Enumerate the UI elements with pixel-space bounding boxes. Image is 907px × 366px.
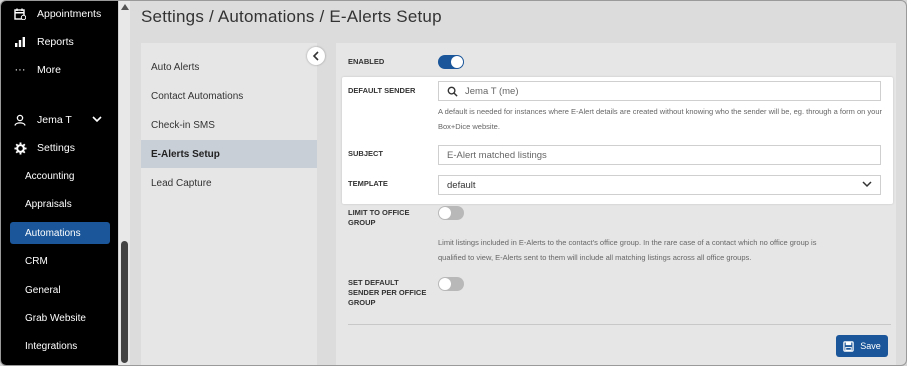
nav-item-label: Settings xyxy=(37,142,75,154)
bar-chart-icon xyxy=(13,35,27,49)
automations-submenu: Auto Alerts Contact Automations Check-in… xyxy=(141,43,317,365)
nav-item-reports[interactable]: Reports xyxy=(13,30,74,54)
nav-item-appointments[interactable]: Appointments xyxy=(13,2,101,26)
nav-scrollbar[interactable] xyxy=(118,1,130,365)
chevron-left-icon xyxy=(312,51,319,61)
save-icon xyxy=(843,340,854,352)
user-icon xyxy=(13,113,27,127)
nav-item-label: Reports xyxy=(37,36,74,48)
scroll-thumb[interactable] xyxy=(121,241,128,363)
nav-sub-automations[interactable]: Automations xyxy=(25,222,81,244)
nav-sub-crm[interactable]: CRM xyxy=(25,250,48,272)
nav-sub-integrations[interactable]: Integrations xyxy=(25,335,77,357)
label-line: LIMIT TO OFFICE xyxy=(348,208,410,217)
label-line: GROUP xyxy=(348,218,376,227)
nav-item-more[interactable]: ··· More xyxy=(13,58,61,82)
enabled-label: ENABLED xyxy=(348,57,385,66)
nav-sub-general[interactable]: General xyxy=(25,279,61,301)
template-label: TEMPLATE xyxy=(348,179,388,188)
save-label: Save xyxy=(860,341,881,351)
submenu-check-in-sms[interactable]: Check-in SMS xyxy=(141,111,317,139)
help-line: Limit listings included in E-Alerts to t… xyxy=(438,238,817,247)
nav-item-settings[interactable]: Settings xyxy=(13,136,75,160)
collapse-submenu-button[interactable] xyxy=(307,47,325,65)
template-value: default xyxy=(447,179,476,191)
app-window: Appointments Reports ··· More Jema T Set… xyxy=(0,0,907,366)
main-nav: Appointments Reports ··· More Jema T Set… xyxy=(1,1,118,365)
nav-item-label: Appointments xyxy=(37,8,102,20)
sender-per-office-group-toggle[interactable] xyxy=(438,277,464,291)
gear-icon xyxy=(13,141,27,155)
subject-input[interactable]: E-Alert matched listings xyxy=(438,145,881,165)
save-button[interactable]: Save xyxy=(836,335,888,357)
calendar-icon xyxy=(13,7,27,21)
search-icon xyxy=(447,86,458,97)
limit-office-group-toggle[interactable] xyxy=(438,206,464,220)
page-title: Settings / Automations / E-Alerts Setup xyxy=(141,7,442,26)
submenu-lead-capture[interactable]: Lead Capture xyxy=(141,169,317,197)
submenu-contact-automations[interactable]: Contact Automations xyxy=(141,82,317,110)
chevron-down-icon xyxy=(862,180,872,188)
label-line: GROUP xyxy=(348,298,376,307)
divider xyxy=(348,324,891,325)
ellipsis-icon: ··· xyxy=(14,64,26,76)
submenu-auto-alerts[interactable]: Auto Alerts xyxy=(141,53,317,81)
nav-sub-accounting[interactable]: Accounting xyxy=(25,165,74,187)
user-menu[interactable]: Jema T xyxy=(13,108,102,132)
user-name: Jema T xyxy=(37,114,72,126)
default-sender-label: DEFAULT SENDER xyxy=(348,86,416,95)
limit-office-group-label: LIMIT TO OFFICE GROUP xyxy=(348,208,410,228)
default-sender-value: Jema T (me) xyxy=(465,85,519,97)
label-line: SENDER PER OFFICE xyxy=(348,288,427,297)
nav-sub-grab-website[interactable]: Grab Website xyxy=(25,307,86,329)
limit-office-group-help: Limit listings included in E-Alerts to t… xyxy=(438,235,816,265)
enabled-toggle[interactable] xyxy=(438,55,464,69)
chevron-down-icon xyxy=(92,114,102,126)
label-line: SET DEFAULT xyxy=(348,278,399,287)
default-sender-help: A default is needed for instances where … xyxy=(438,107,883,131)
nav-sub-appraisals[interactable]: Appraisals xyxy=(25,193,72,215)
sender-per-office-group-label: SET DEFAULT SENDER PER OFFICE GROUP xyxy=(348,278,426,308)
help-line: qualified to view, E-Alerts sent to them… xyxy=(438,253,752,262)
template-select[interactable]: default xyxy=(438,175,881,195)
default-sender-input[interactable]: Jema T (me) xyxy=(438,81,881,101)
subject-label: SUBJECT xyxy=(348,149,384,158)
subject-value: E-Alert matched listings xyxy=(447,149,547,161)
scroll-up-arrow-icon[interactable] xyxy=(121,4,129,10)
submenu-e-alerts-setup[interactable]: E-Alerts Setup xyxy=(141,140,317,168)
nav-item-label: More xyxy=(37,64,61,76)
